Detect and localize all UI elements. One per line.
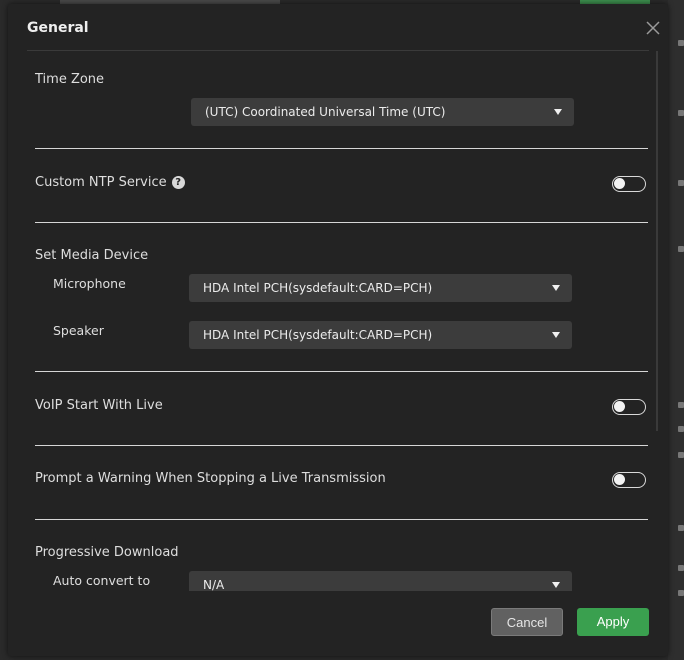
cancel-button[interactable]: Cancel xyxy=(491,608,563,636)
background-mark xyxy=(678,180,684,186)
background-mark xyxy=(678,525,684,531)
background-right-panel xyxy=(668,0,684,660)
toggle-knob xyxy=(614,178,625,189)
section-divider xyxy=(35,445,648,446)
background-mark xyxy=(678,426,684,432)
background-mark xyxy=(678,565,684,571)
apply-button[interactable]: Apply xyxy=(577,608,649,636)
section-divider xyxy=(35,148,648,149)
background-mark xyxy=(678,40,684,46)
chevron-down-icon xyxy=(554,109,562,115)
section-divider xyxy=(35,222,648,223)
progressive-download-label: Progressive Download xyxy=(35,545,179,560)
voip-toggle[interactable] xyxy=(612,399,646,415)
chevron-down-icon xyxy=(552,285,560,291)
background-mark xyxy=(678,110,684,116)
auto-convert-value: N/A xyxy=(203,578,225,591)
custom-ntp-toggle[interactable] xyxy=(612,176,646,192)
voip-label: VoIP Start With Live xyxy=(35,398,163,413)
general-settings-dialog: General Time Zone (UTC) Coordinated Univ… xyxy=(8,4,668,656)
custom-ntp-label: Custom NTP Service? xyxy=(35,175,185,190)
speaker-value: HDA Intel PCH(sysdefault:CARD=PCH) xyxy=(203,328,433,342)
stop-warning-toggle[interactable] xyxy=(612,472,646,488)
time-zone-label: Time Zone xyxy=(35,72,105,87)
background-mark xyxy=(678,246,684,252)
auto-convert-select[interactable]: N/A xyxy=(189,571,572,591)
background-mark xyxy=(678,402,684,408)
section-divider xyxy=(35,371,648,372)
media-device-label: Set Media Device xyxy=(35,248,149,263)
close-icon[interactable] xyxy=(644,19,662,37)
auto-convert-label: Auto convert to xyxy=(53,573,151,588)
time-zone-select[interactable]: (UTC) Coordinated Universal Time (UTC) xyxy=(191,98,574,126)
speaker-select[interactable]: HDA Intel PCH(sysdefault:CARD=PCH) xyxy=(189,321,572,349)
settings-scroll-area[interactable]: Time Zone (UTC) Coordinated Universal Ti… xyxy=(27,51,657,591)
microphone-value: HDA Intel PCH(sysdefault:CARD=PCH) xyxy=(203,281,433,295)
background-mark xyxy=(678,590,684,596)
speaker-label: Speaker xyxy=(53,323,104,338)
microphone-label: Microphone xyxy=(53,276,126,291)
help-icon[interactable]: ? xyxy=(171,176,185,189)
chevron-down-icon xyxy=(552,332,560,338)
stop-warning-label: Prompt a Warning When Stopping a Live Tr… xyxy=(35,471,386,486)
custom-ntp-label-text: Custom NTP Service xyxy=(35,175,167,190)
background-mark xyxy=(678,452,684,458)
toggle-knob xyxy=(614,401,625,412)
section-divider xyxy=(35,519,648,520)
microphone-select[interactable]: HDA Intel PCH(sysdefault:CARD=PCH) xyxy=(189,274,572,302)
toggle-knob xyxy=(614,474,625,485)
dialog-title: General xyxy=(27,20,89,36)
chevron-down-icon xyxy=(552,582,560,588)
time-zone-value: (UTC) Coordinated Universal Time (UTC) xyxy=(205,105,446,119)
